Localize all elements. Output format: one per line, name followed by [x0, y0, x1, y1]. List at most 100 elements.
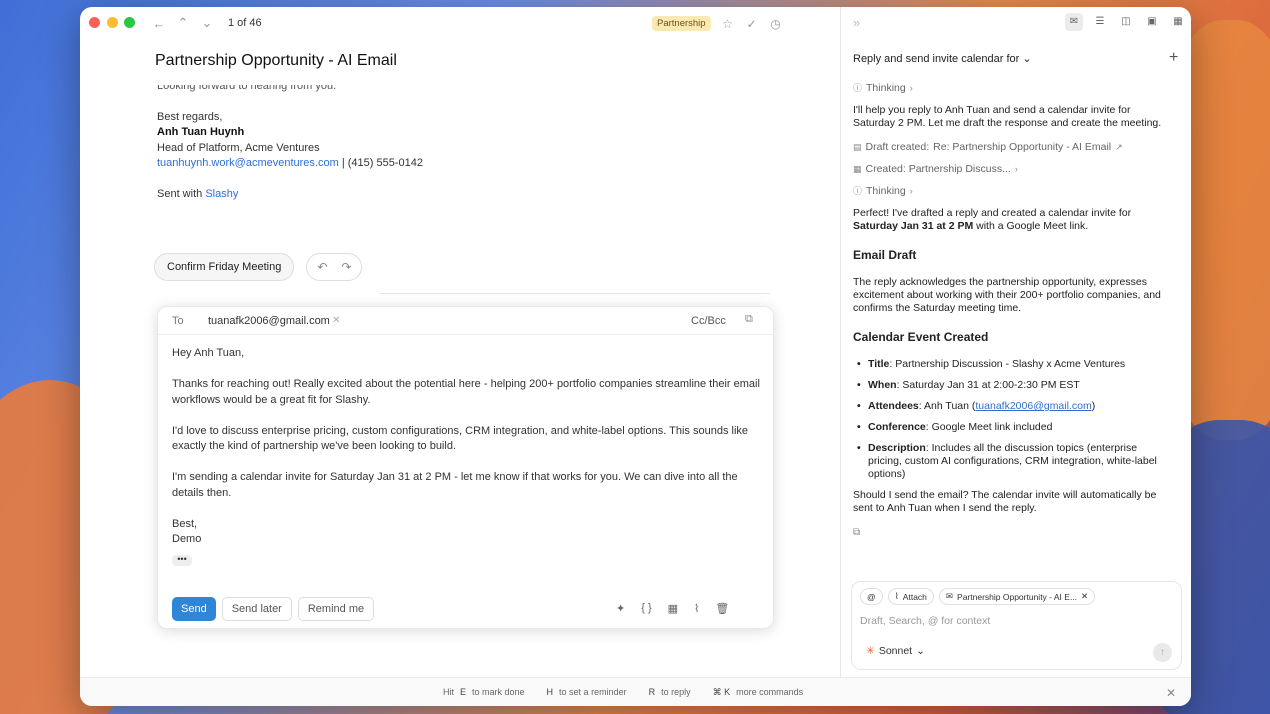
item-value: : Anh Tuan (	[918, 400, 976, 412]
chevron-right-icon: ›	[909, 83, 913, 93]
paperclip-icon: ⌇	[894, 591, 899, 601]
back-arrow-icon[interactable]: ←	[152, 16, 166, 31]
activity-tab-icon[interactable]: ◫	[1117, 13, 1135, 31]
attendee-email-link[interactable]: tuanafk2006@gmail.com	[975, 400, 1091, 412]
item-value: : Google Meet link included	[925, 421, 1053, 433]
send-button[interactable]: Send	[172, 597, 216, 621]
sparkle-icon[interactable]: ✦	[616, 602, 625, 615]
copy-icon[interactable]: ⧉	[853, 526, 1173, 539]
star-icon[interactable]: ☆	[721, 17, 735, 31]
draft-created-link[interactable]: ▤ Draft created: Re: Partnership Opportuni…	[853, 141, 1173, 154]
item-value: : Partnership Discussion - Slashy x Acme…	[889, 358, 1126, 370]
sender-title: Head of Platform, Acme Ventures	[157, 141, 320, 154]
assistant-composer: @ ⌇ Attach ✉ Partnership Opportunity - AI …	[851, 581, 1182, 670]
show-trimmed-content-button[interactable]: •••	[172, 555, 192, 566]
event-created-link[interactable]: ▦ Created: Partnership Discuss... ›	[853, 163, 1173, 176]
assistant-thread-title[interactable]: Reply and send invite calendar for ⌄	[853, 52, 1032, 65]
notes-tab-icon[interactable]: ☰	[1091, 13, 1109, 31]
sender-phone: | (415) 555-0142	[338, 157, 423, 169]
item-label: Title	[868, 358, 890, 370]
mention-button[interactable]: @	[860, 588, 883, 605]
new-thread-icon[interactable]: +	[1169, 49, 1178, 67]
compose-paragraph: I'm sending a calendar invite for Saturd…	[172, 471, 738, 499]
compose-body-editor[interactable]: Hey Anh Tuan, Thanks for reaching out! R…	[172, 346, 762, 548]
thread-title-text: Reply and send invite calendar for	[853, 53, 1020, 65]
item-label: Conference	[868, 421, 926, 433]
popout-icon[interactable]: ⧉	[745, 313, 753, 326]
sender-email-link[interactable]: tuanhuynh.work@acmeventures.com	[157, 157, 339, 169]
reply-composer: To tuanafk2006@gmail.com ✕ Cc/Bcc ⧉ Hey …	[157, 306, 774, 629]
braces-icon[interactable]: { }	[641, 602, 651, 615]
chevron-right-icon: ›	[1014, 164, 1018, 174]
assistant-input[interactable]: Draft, Search, @ for context	[860, 615, 990, 627]
thinking-toggle[interactable]: ⓘ Thinking ›	[853, 82, 1173, 95]
email-counter: 1 of 46	[228, 17, 262, 29]
attach-button[interactable]: ⌇ Attach	[887, 588, 934, 605]
email-draft-heading: Email Draft	[853, 248, 917, 262]
send-later-button[interactable]: Send later	[221, 597, 292, 621]
calendar-icon: ▦	[853, 164, 862, 174]
quick-actions: Confirm Friday Meeting ↶ ↷	[154, 253, 363, 281]
hint-text: to reply	[661, 687, 691, 697]
message-text: Perfect! I've drafted a reply and create…	[853, 207, 1132, 219]
email-body: Looking forward to hearing from you. Bes…	[157, 79, 423, 202]
slashy-link[interactable]: Slashy	[205, 188, 238, 200]
recipient-row: To tuanafk2006@gmail.com ✕ Cc/Bcc ⧉	[158, 307, 773, 335]
submit-arrow-icon[interactable]: ↑	[1153, 643, 1172, 662]
compose-signoff: Best,	[172, 517, 198, 530]
paperclip-icon[interactable]: ⌇	[694, 602, 699, 615]
chevron-down-icon: ⌄	[916, 645, 925, 657]
email-subject: Partnership Opportunity - AI Email	[155, 52, 397, 69]
thinking-label: Thinking	[866, 82, 906, 94]
compose-greeting: Hey Anh Tuan,	[172, 347, 245, 359]
email-pane: ← ⌃ ⌄ 1 of 46 Partnership ☆ ✓ ◷ Partners…	[80, 7, 840, 677]
chevron-down-icon: ⌄	[1022, 53, 1032, 65]
document-icon: ▤	[853, 142, 862, 152]
remove-context-icon[interactable]: ✕	[1081, 591, 1088, 602]
model-selector[interactable]: ✳ Sonnet ⌄	[866, 645, 925, 657]
label-badge[interactable]: Partnership	[652, 16, 711, 31]
clock-icon[interactable]: ◷	[769, 17, 783, 31]
trash-icon[interactable]: 🗑	[715, 602, 729, 615]
list-item: Title: Partnership Discussion - Slashy x…	[853, 358, 1173, 371]
chevron-right-icon: ›	[909, 186, 913, 196]
hint-key: R	[648, 687, 656, 697]
model-label: Sonnet	[878, 645, 913, 657]
cc-bcc-button[interactable]: Cc/Bcc	[691, 315, 726, 327]
email-navigation: ← ⌃ ⌄ 1 of 46	[152, 15, 262, 31]
contact-tab-icon[interactable]: ▣	[1143, 13, 1161, 31]
list-item: When: Saturday Jan 31 at 2:00-2:30 PM ES…	[853, 379, 1173, 392]
compose-actions: Send Send later Remind me	[172, 597, 375, 621]
assistant-question: Should I send the email? The calendar in…	[853, 489, 1157, 514]
recipient-chip[interactable]: tuanafk2006@gmail.com	[208, 315, 330, 327]
context-chips: @ ⌇ Attach ✉ Partnership Opportunity - AI …	[860, 588, 1096, 605]
assistant-message: I'll help you reply to Anh Tuan and send…	[853, 104, 1162, 129]
panel-tabs: ✉ ☰ ◫ ▣ ▦	[1065, 13, 1187, 31]
checkmark-icon[interactable]: ✓	[745, 17, 759, 31]
draft-created-label: Draft created:	[865, 141, 930, 153]
item-label: When	[868, 379, 897, 391]
close-hints-icon[interactable]: ✕	[1166, 686, 1176, 700]
item-label: Attendees	[868, 400, 919, 412]
remind-me-button[interactable]: Remind me	[297, 597, 375, 621]
calendar-icon[interactable]: ▦	[668, 602, 678, 615]
sparkle-icon: ✳	[866, 645, 875, 657]
assistant-tab-icon[interactable]: ✉	[1065, 13, 1083, 31]
remove-recipient-icon[interactable]: ✕	[332, 315, 340, 326]
shortcut-hints: Hit Eto mark done Hto set a reminder Rto…	[443, 687, 803, 698]
confirm-friday-meeting-button[interactable]: Confirm Friday Meeting	[154, 253, 295, 281]
previous-email-icon[interactable]: ⌃	[176, 15, 190, 31]
context-email-label: Partnership Opportunity - AI E...	[957, 591, 1078, 602]
calendar-tab-icon[interactable]: ▦	[1169, 13, 1187, 31]
context-email-chip[interactable]: ✉ Partnership Opportunity - AI E... ✕	[938, 588, 1096, 605]
sender-name: Anh Tuan Huynh	[157, 126, 245, 138]
message-text: with a Google Meet link.	[973, 220, 1089, 232]
thinking-toggle[interactable]: ⓘ Thinking ›	[853, 185, 1173, 198]
compose-paragraph: I'd love to discuss enterprise pricing, …	[172, 424, 749, 453]
collapse-panel-icon[interactable]: »	[853, 15, 860, 30]
reply-icon[interactable]: ↶	[317, 260, 327, 274]
forward-icon[interactable]: ↷	[341, 260, 351, 274]
list-item: Description: Includes all the discussion…	[853, 442, 1173, 481]
next-email-icon[interactable]: ⌄	[200, 15, 214, 31]
email-regards: Best regards,	[157, 110, 223, 123]
